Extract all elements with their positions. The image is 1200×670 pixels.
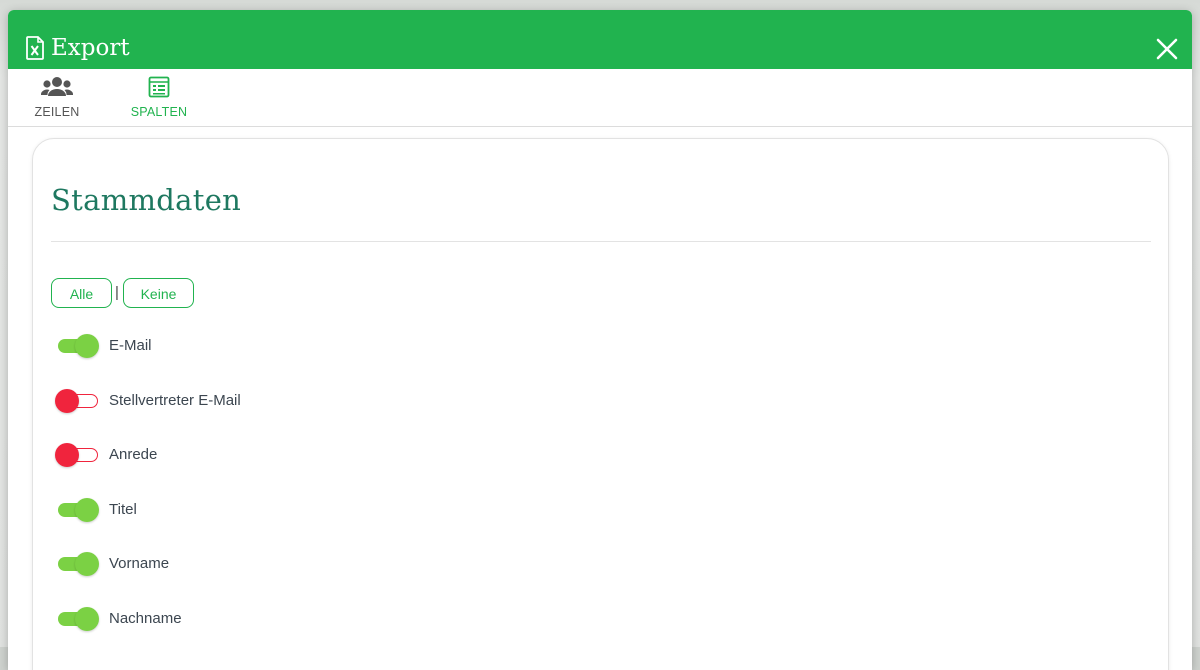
field-row-titel: Titel	[55, 497, 455, 523]
field-row-email: E-Mail	[55, 333, 455, 359]
table-list-icon	[148, 76, 170, 103]
field-row-nachname: Nachname	[55, 606, 455, 632]
field-label: Anrede	[109, 446, 158, 463]
button-separator: |	[115, 284, 119, 301]
dialog-header: Export	[8, 10, 1192, 69]
select-none-button[interactable]: Keine	[123, 278, 194, 308]
field-toggle-titel[interactable]	[55, 497, 101, 523]
select-all-button[interactable]: Alle	[51, 278, 112, 308]
tab-label: ZEILEN	[34, 105, 80, 119]
export-dialog: Export ZEILEN SPALTEN Stammdaten Alle | …	[8, 10, 1192, 670]
tab-label: SPALTEN	[130, 105, 188, 119]
field-label: E-Mail	[109, 337, 152, 354]
field-row-vorname: Vorname	[55, 551, 455, 577]
field-label: Titel	[109, 501, 137, 518]
field-toggle-nachname[interactable]	[55, 606, 101, 632]
field-row-stellvertreter-email: Stellvertreter E-Mail	[55, 388, 455, 414]
field-toggle-email[interactable]	[55, 333, 101, 359]
users-icon	[40, 76, 74, 103]
stammdaten-card: Stammdaten Alle | Keine E-Mail Stellvert…	[32, 138, 1169, 670]
field-row-anrede: Anrede	[55, 442, 455, 468]
field-label: Stellvertreter E-Mail	[109, 392, 241, 409]
divider	[51, 241, 1151, 242]
tab-spalten[interactable]: SPALTEN	[124, 69, 194, 126]
field-toggle-anrede[interactable]	[55, 442, 101, 468]
field-label: Nachname	[109, 610, 182, 627]
section-title: Stammdaten	[51, 183, 242, 217]
field-toggle-stellvertreter-email[interactable]	[55, 388, 101, 414]
field-label: Vorname	[109, 555, 170, 572]
close-icon[interactable]	[1154, 36, 1180, 62]
tab-bar: ZEILEN SPALTEN	[8, 69, 1192, 127]
dialog-title: Export	[51, 35, 130, 61]
field-toggle-vorname[interactable]	[55, 551, 101, 577]
tab-zeilen[interactable]: ZEILEN	[22, 69, 92, 126]
excel-file-icon	[26, 36, 44, 60]
